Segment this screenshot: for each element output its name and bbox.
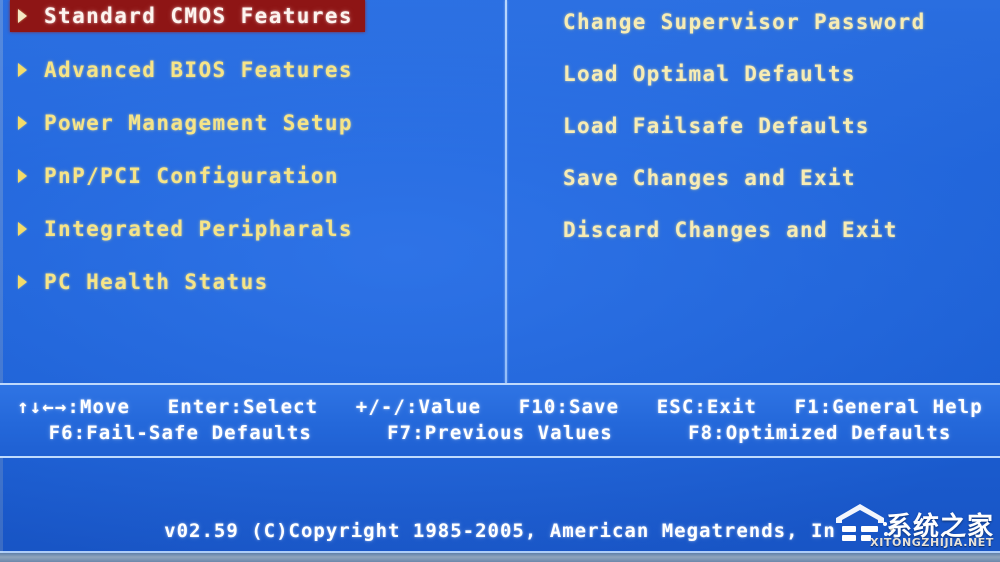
right-triangle-icon bbox=[18, 169, 27, 183]
column-divider bbox=[505, 0, 507, 383]
menu-item-label: Advanced BIOS Features bbox=[44, 58, 353, 82]
menu-item-label: PC Health Status bbox=[44, 270, 269, 294]
menu-item-pnp-pci-configuration[interactable]: PnP/PCI Configuration bbox=[18, 160, 339, 192]
menu-item-power-management-setup[interactable]: Power Management Setup bbox=[18, 107, 353, 139]
copyright-text: v02.59 (C)Copyright 1985-2005, American … bbox=[164, 520, 836, 542]
right-triangle-icon bbox=[18, 275, 27, 289]
right-triangle-icon bbox=[18, 116, 27, 130]
menu-item-label: Load Optimal Defaults bbox=[563, 62, 856, 86]
footer-area: v02.59 (C)Copyright 1985-2005, American … bbox=[0, 460, 1000, 555]
right-triangle-icon bbox=[18, 9, 27, 23]
menu-item-integrated-peripharals[interactable]: Integrated Peripharals bbox=[18, 213, 353, 245]
right-triangle-icon bbox=[18, 63, 27, 77]
menu-item-advanced-bios-features[interactable]: Advanced BIOS Features bbox=[18, 54, 353, 86]
menu-item-label: Discard Changes and Exit bbox=[563, 218, 898, 242]
menu-item-label: PnP/PCI Configuration bbox=[44, 164, 339, 188]
menu-item-change-supervisor-password[interactable]: Change Supervisor Password bbox=[563, 6, 926, 38]
menu-item-label: Change Supervisor Password bbox=[563, 10, 926, 34]
help-line-primary: ↑↓←→:Move Enter:Select +/-/:Value F10:Sa… bbox=[17, 396, 983, 418]
menu-item-label: Load Failsafe Defaults bbox=[563, 114, 870, 138]
main-menu-area: Standard CMOS Features Advanced BIOS Fea… bbox=[0, 0, 1000, 383]
menu-item-label: Power Management Setup bbox=[44, 111, 353, 135]
bios-setup-screen: Standard CMOS Features Advanced BIOS Fea… bbox=[0, 0, 1000, 562]
menu-item-save-changes-and-exit[interactable]: Save Changes and Exit bbox=[563, 162, 856, 194]
menu-item-pc-health-status[interactable]: PC Health Status bbox=[18, 266, 269, 298]
bottom-strip bbox=[0, 553, 1000, 562]
menu-item-label: Integrated Peripharals bbox=[44, 217, 353, 241]
help-key-bar: ↑↓←→:Move Enter:Select +/-/:Value F10:Sa… bbox=[0, 383, 1000, 458]
menu-item-load-failsafe-defaults[interactable]: Load Failsafe Defaults bbox=[563, 110, 870, 142]
menu-item-label: Save Changes and Exit bbox=[563, 166, 856, 190]
help-line-secondary: F6:Fail-Safe Defaults F7:Previous Values… bbox=[48, 422, 952, 444]
right-triangle-icon bbox=[18, 222, 27, 236]
menu-item-standard-cmos-features[interactable]: Standard CMOS Features bbox=[10, 0, 365, 32]
menu-item-label: Standard CMOS Features bbox=[44, 4, 353, 28]
menu-item-discard-changes-and-exit[interactable]: Discard Changes and Exit bbox=[563, 214, 898, 246]
menu-item-load-optimal-defaults[interactable]: Load Optimal Defaults bbox=[563, 58, 856, 90]
